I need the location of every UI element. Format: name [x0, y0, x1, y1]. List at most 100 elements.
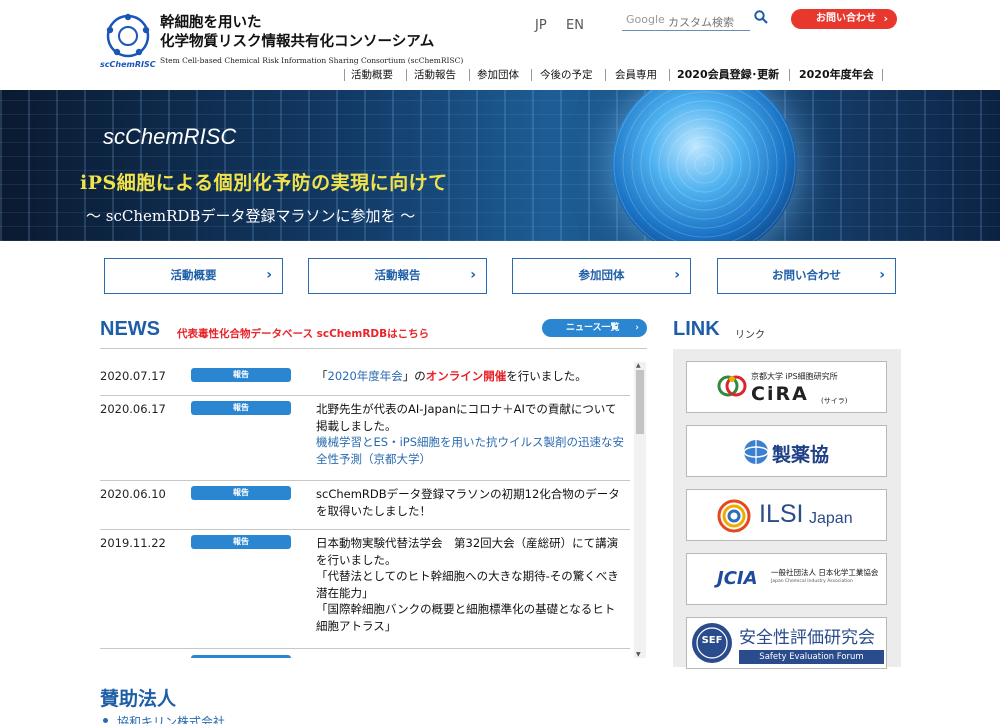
news-text-body: 日本動物実験代替法学会 第32回大会（産総研）にて講演を行いました。: [316, 536, 619, 567]
nav-divider: [669, 69, 670, 81]
nav-item-members-only[interactable]: 会員専用: [615, 67, 657, 83]
hero-brand: scChemRISC: [103, 124, 237, 149]
nav-item-annual-meeting[interactable]: 2020年度年会: [799, 67, 874, 83]
ilsi-suffix: Japan: [809, 510, 853, 527]
quick-link-overview[interactable]: 活動概要 ›: [104, 258, 283, 294]
news-heading: NEWS: [100, 318, 160, 340]
news-item: 2020.06.10 報告 scChemRDBデータ登録マラソンの初期12化合物…: [100, 481, 630, 530]
news-highlight: オンライン開催: [425, 369, 507, 383]
news-text-part: 「: [316, 369, 328, 383]
news-text: 「2020年度年会」のオンライン開催を行いました。: [316, 368, 626, 385]
chevron-right-icon: ›: [470, 267, 476, 283]
cira-institute: 京都大学 iPS細胞研究所: [751, 372, 838, 381]
site-title-line2: 化学物質リスク情報共有化コンソーシアム: [160, 34, 435, 50]
news-date: 2020.06.17: [100, 402, 166, 416]
chevron-right-icon: ›: [879, 267, 885, 283]
sef-name: 安全性評価研究会: [739, 628, 875, 648]
news-list: 2020.07.17 報告 「2020年度年会」のオンライン開催を行いました。 …: [100, 348, 647, 658]
news-link[interactable]: 2020年度年会: [328, 369, 403, 383]
scroll-down-arrow-icon[interactable]: ▼: [636, 651, 641, 658]
chevron-right-icon: ›: [883, 12, 888, 25]
nav-divider: [469, 69, 470, 81]
news-quote: 「代替法としてのヒト幹細胞への大きな期待-その驚くべき潜在能力」: [316, 569, 619, 600]
banner-sef[interactable]: SEF 安全性評価研究会 Safety Evaluation Forum: [686, 617, 887, 669]
sponsor-link[interactable]: 協和キリン株式会社: [117, 713, 225, 724]
nav-divider: [406, 69, 407, 81]
news-text: scChemRDBデータ登録マラソンの初期12化合物のデータを取得いたしました！: [316, 487, 620, 518]
jcia-english: Japan Chemical Industry Association: [771, 579, 853, 584]
cira-kana: (サイラ): [821, 397, 848, 405]
chevron-right-icon: ›: [635, 323, 639, 333]
news-scrollbar[interactable]: ▲ ▼: [634, 362, 646, 658]
cira-name: CiRA: [751, 383, 809, 405]
nav-divider: [531, 69, 532, 81]
ilsi-logo-icon: [717, 499, 751, 533]
nav-item-registration[interactable]: 2020会員登録･更新: [677, 67, 779, 83]
news-text-body: 北野先生が代表のAI-Japanにコロナ＋AIでの貢献について掲載しました。: [316, 402, 617, 433]
lang-en-link[interactable]: EN: [566, 18, 584, 33]
jcia-org: 一般社団法人 日本化学工業協会: [771, 568, 879, 577]
nav-divider: [789, 69, 790, 81]
site-title-english: Stem Cell-based Chemical Risk Informatio…: [160, 56, 464, 65]
chevron-right-icon: ›: [674, 267, 680, 283]
search-box: Google: [622, 11, 750, 32]
news-date: 2019.11.22: [100, 536, 166, 550]
main-nav: 活動概要 活動報告 参加団体 今後の予定 会員専用 2020会員登録･更新 20…: [0, 67, 1000, 83]
link-subheading: リンク: [735, 330, 765, 341]
quick-link-reports[interactable]: 活動報告 ›: [308, 258, 487, 294]
news-text-part: を行いました。: [506, 369, 587, 383]
news-link[interactable]: 機械学習とES・iPS細胞を用いた抗ウイルス製剤の迅速な安全性予測（京都大学）: [316, 434, 626, 467]
news-tag: 報告: [191, 401, 291, 415]
news-date: 2020.07.17: [100, 369, 166, 383]
banner-ilsi[interactable]: ILSI Japan: [686, 489, 887, 541]
news-text: 日本動物実験代替法学会 第32回大会（産総研）にて講演を行いました。 「代替法と…: [316, 535, 626, 634]
banner-jcia[interactable]: JCIA 一般社団法人 日本化学工業協会 Japan Chemical Indu…: [686, 553, 887, 605]
scroll-up-arrow-icon[interactable]: ▲: [636, 362, 641, 369]
chevron-right-icon: ›: [266, 267, 272, 283]
quick-link-members[interactable]: 参加団体 ›: [512, 258, 691, 294]
cira-logo-icon: [717, 375, 747, 397]
news-item: 2019.11.22 報告 日本動物実験代替法学会 第32回大会（産総研）にて講…: [100, 530, 630, 649]
banner-seiyaku[interactable]: 製薬協: [686, 425, 887, 477]
hero-banner: scChemRISC iPS細胞による個別化予防の実現に向けて ～ scChem…: [0, 90, 1000, 241]
bullet-icon: [103, 718, 108, 723]
sef-mark-text: SEF: [701, 635, 723, 646]
banner-cira[interactable]: 京都大学 iPS細胞研究所 CiRA (サイラ): [686, 361, 887, 413]
news-tag: 報告: [191, 486, 291, 500]
search-icon[interactable]: [754, 10, 768, 24]
link-heading: LINK: [673, 318, 720, 340]
quick-link-label: 参加団体: [578, 268, 625, 282]
site-title[interactable]: 幹細胞を用いた 化学物質リスク情報共有化コンソーシアム: [160, 14, 434, 52]
jcia-name: JCIA: [717, 568, 758, 589]
nav-item-schedule[interactable]: 今後の予定: [540, 67, 593, 83]
database-link[interactable]: 代表毒性化合物データベース scChemRDBはこちら: [177, 326, 429, 341]
consortium-logo-icon[interactable]: [103, 12, 153, 62]
site-title-line1: 幹細胞を用いた: [160, 15, 262, 31]
news-item: 2020.07.17 報告 「2020年度年会」のオンライン開催を行いました。: [100, 363, 630, 396]
news-tag-partial: [191, 655, 291, 658]
scroll-thumb[interactable]: [636, 370, 644, 434]
quick-link-label: 活動報告: [374, 268, 421, 282]
news-list-button[interactable]: ニュース一覧 ›: [542, 319, 647, 337]
news-date: 2020.06.10: [100, 487, 166, 501]
link-panel: 京都大学 iPS細胞研究所 CiRA (サイラ) 製薬協 ILSI Japan …: [673, 349, 901, 669]
nav-divider: [605, 69, 606, 81]
search-brand: Google: [626, 13, 665, 26]
sponsors-heading: 賛助法人: [100, 688, 177, 710]
contact-button-label: お問い合わせ: [816, 13, 876, 24]
nav-item-overview[interactable]: 活動概要: [351, 67, 393, 83]
lang-jp-link[interactable]: JP: [535, 18, 547, 33]
nav-item-reports[interactable]: 活動報告: [414, 67, 456, 83]
news-quote: 「国際幹細胞バンクの概要と細胞標準化の基礎となるヒト細胞アトラス」: [316, 602, 616, 633]
hero-sphere-network: [612, 90, 797, 241]
quick-link-label: 活動概要: [170, 268, 217, 282]
news-tag: 報告: [191, 368, 291, 382]
news-text-part: 」の: [402, 369, 426, 383]
hero-subline: ～ scChemRDBデータ登録マラソンに参加を ～: [86, 207, 416, 225]
ilsi-name: ILSI: [759, 500, 804, 528]
contact-button[interactable]: お問い合わせ ›: [791, 9, 897, 29]
news-list-label: ニュース一覧: [566, 323, 620, 333]
site-header: scChemRISC 幹細胞を用いた 化学物質リスク情報共有化コンソーシアム S…: [0, 0, 1000, 90]
nav-item-members[interactable]: 参加団体: [477, 67, 519, 83]
quick-link-contact[interactable]: お問い合わせ ›: [717, 258, 896, 294]
